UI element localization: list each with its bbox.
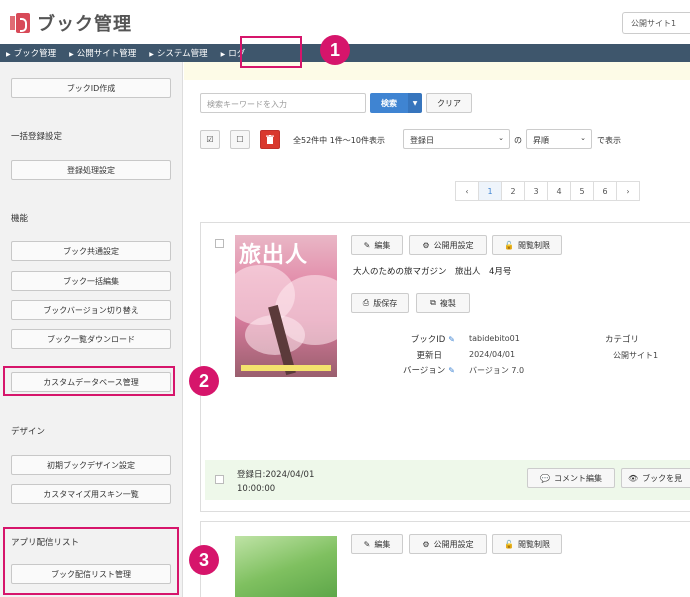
book-batch-edit-button[interactable]: ブック一括編集: [11, 271, 171, 291]
comment-icon: 💬: [540, 473, 550, 483]
result-count: 全52件中 1件〜10件表示: [293, 136, 385, 145]
access-limit-button[interactable]: 🔓 閲覧制限: [492, 235, 562, 255]
version-label: バージョン ✎: [402, 366, 455, 376]
page-4[interactable]: 4: [547, 181, 571, 201]
gear-icon: ⚙: [422, 539, 430, 549]
main-content: 検索キーワードを入力 検索 ▼ クリア ☑ ☐ 全52件中 1件〜10件表示 登…: [184, 62, 690, 597]
sort-field-select[interactable]: 登録日 ⌄: [403, 129, 510, 149]
unlock-icon: 🔓: [504, 240, 514, 250]
nav-item-book[interactable]: ▶ ブック管理: [6, 47, 56, 59]
clear-button[interactable]: クリア: [426, 93, 472, 113]
gear-icon: ⚙: [422, 240, 430, 250]
create-book-id-button[interactable]: ブックID作成: [11, 78, 171, 98]
updated-label: 更新日: [416, 351, 442, 361]
nav-item-site[interactable]: ▶ 公開サイト管理: [69, 47, 136, 59]
custom-skin-list-button[interactable]: カスタマイズ用スキン一覧: [11, 484, 171, 504]
unlock-icon: 🔓: [504, 539, 514, 549]
pencil-icon: ✎: [363, 240, 371, 250]
search-button[interactable]: 検索: [370, 93, 408, 113]
footer-checkbox[interactable]: [215, 475, 224, 484]
design-section-heading: デザイン: [11, 427, 46, 437]
book-card: 旅出人 ✎ 編集 ⚙ 公開用設定 🔓 閲覧制限 大人のための旅マガジン 旅出人 4月号…: [200, 222, 690, 512]
duplicate-button[interactable]: ⧉ 複製: [416, 293, 470, 313]
callout-box-app-list: [3, 527, 179, 595]
book-list-download-button[interactable]: ブック一覧ダウンロード: [11, 329, 171, 349]
access-limit-button[interactable]: 🔓 閲覧制限: [492, 534, 562, 554]
category-value: 公開サイト1: [613, 351, 659, 360]
version-value: バージョン 7.0: [469, 366, 525, 375]
page-6[interactable]: 6: [593, 181, 617, 201]
callout-badge-1: 1: [320, 35, 350, 65]
callout-box-log: [240, 36, 302, 68]
display-text: で表示: [597, 136, 621, 145]
book-cover[interactable]: [235, 536, 337, 597]
updated-value: 2024/04/01: [469, 350, 516, 359]
book-id-label: ブックID ✎: [410, 335, 455, 345]
book-title: 大人のための旅マガジン 旅出人 4月号: [353, 267, 512, 277]
page-3[interactable]: 3: [524, 181, 548, 201]
nav-item-system[interactable]: ▶ システム管理: [149, 47, 207, 59]
sidebar: ブックID作成 一括登録設定 登録処理設定 機能 ブック共通設定 ブック一括編集…: [0, 62, 183, 597]
sort-order-select[interactable]: 昇順 ⌄: [526, 129, 592, 149]
page-1[interactable]: 1: [478, 181, 502, 201]
book-version-switch-button[interactable]: ブックバージョン切り替え: [11, 300, 171, 320]
page-prev[interactable]: ‹: [455, 181, 479, 201]
trash-icon: [266, 135, 274, 144]
registered-time: 10:00:00: [237, 484, 276, 494]
app-logo: ブック管理: [10, 10, 132, 36]
edit-button[interactable]: ✎ 編集: [351, 235, 403, 255]
category-label: カテゴリ: [605, 335, 640, 345]
check-all-button[interactable]: ☑: [200, 130, 220, 149]
register-process-button[interactable]: 登録処理設定: [11, 160, 171, 180]
cover-title: 旅出人: [239, 243, 309, 268]
search-dropdown-icon[interactable]: ▼: [408, 93, 422, 113]
chevron-down-icon: ⌄: [580, 134, 586, 142]
callout-badge-3: 3: [189, 545, 219, 575]
callout-box-custom-db: [3, 366, 175, 396]
publish-settings-button[interactable]: ⚙ 公開用設定: [409, 534, 487, 554]
publish-settings-button[interactable]: ⚙ 公開用設定: [409, 235, 487, 255]
batch-section-heading: 一括登録設定: [11, 132, 63, 142]
chevron-down-icon: ⌄: [498, 134, 504, 142]
callout-badge-2: 2: [189, 366, 219, 396]
site-select[interactable]: 公開サイト1: [622, 12, 690, 34]
book-id-value: tabidebito01: [469, 334, 520, 343]
book-common-settings-button[interactable]: ブック共通設定: [11, 241, 171, 261]
pencil-icon: ✎: [363, 539, 371, 549]
copy-icon: ⧉: [430, 298, 436, 307]
eye-icon: 👁: [628, 473, 639, 483]
page-2[interactable]: 2: [501, 181, 525, 201]
delete-button[interactable]: [260, 130, 280, 149]
book-checkbox[interactable]: [215, 239, 224, 248]
book-cover[interactable]: 旅出人: [235, 235, 337, 377]
book-card-footer: 登録日:2024/04/01 10:00:00 💬 コメント編集 👁 ブックを見: [205, 460, 690, 500]
comment-edit-button[interactable]: 💬 コメント編集: [527, 468, 615, 488]
view-book-button[interactable]: 👁 ブックを見: [621, 468, 690, 488]
no-text: の: [514, 136, 522, 145]
save-icon: ⎙: [362, 298, 370, 307]
book-logo-icon: [10, 13, 32, 33]
book-card: ✎ 編集 ⚙ 公開用設定 🔓 閲覧制限: [200, 521, 690, 597]
edit-button[interactable]: ✎ 編集: [351, 534, 403, 554]
function-section-heading: 機能: [11, 214, 29, 224]
pencil-icon[interactable]: ✎: [448, 335, 455, 344]
app-header: ブック管理 公開サイト1: [0, 0, 690, 42]
app-title: ブック管理: [37, 14, 132, 35]
search-input[interactable]: 検索キーワードを入力: [200, 93, 366, 113]
page-next[interactable]: ›: [616, 181, 640, 201]
pagination: ‹ 1 2 3 4 5 6 ›: [455, 181, 640, 201]
save-version-button[interactable]: ⎙ 版保存: [351, 293, 409, 313]
registered-date: 登録日:2024/04/01: [237, 470, 315, 480]
uncheck-all-button[interactable]: ☐: [230, 130, 250, 149]
pencil-icon[interactable]: ✎: [448, 366, 455, 375]
initial-book-design-button[interactable]: 初期ブックデザイン設定: [11, 455, 171, 475]
page-5[interactable]: 5: [570, 181, 594, 201]
